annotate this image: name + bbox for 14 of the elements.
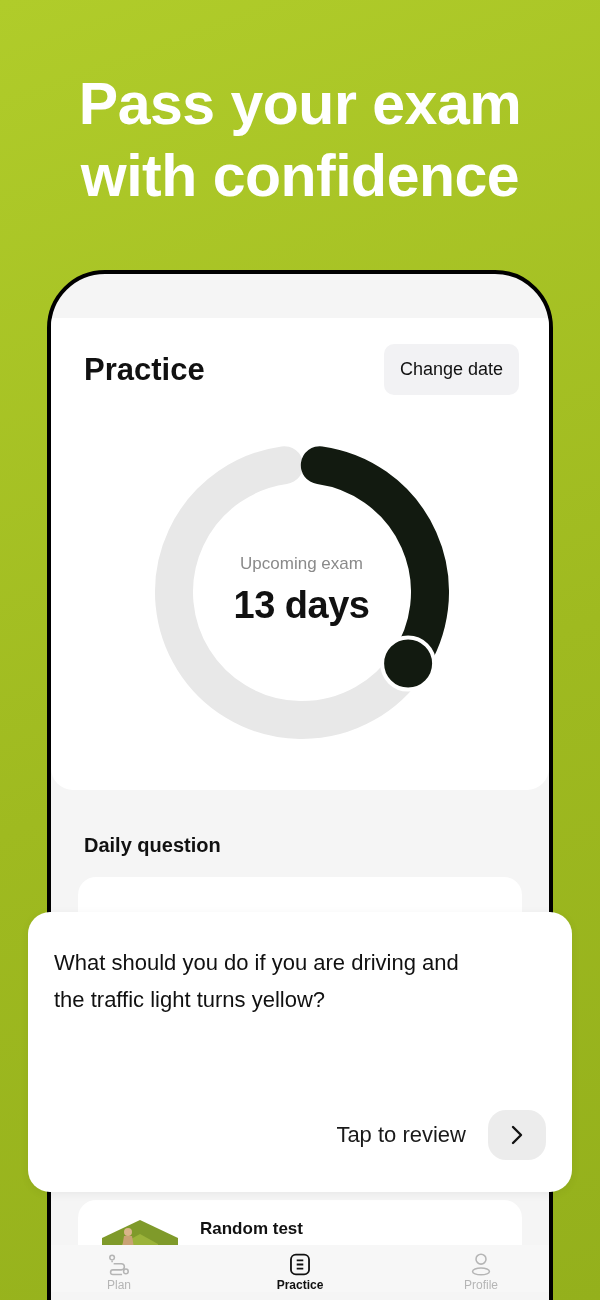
headline: Pass your exam with confidence	[77, 70, 523, 211]
countdown-label: Upcoming exam	[240, 554, 363, 574]
tab-item[interactable]: Practice	[260, 1253, 340, 1292]
review-label: Tap to review	[336, 1122, 466, 1148]
question-text: What should you do if you are driving and the traffic light turns yellow?	[54, 949, 460, 1014]
countdown-value: 13 days	[233, 584, 370, 627]
test-card[interactable]: Random test	[78, 1200, 522, 1245]
list-icon	[287, 1253, 313, 1276]
next-button[interactable]	[488, 1110, 546, 1160]
chevron-right-icon	[511, 1125, 523, 1145]
screen-title: Practice	[84, 351, 205, 388]
change-date-button[interactable]: Change date	[383, 344, 519, 395]
test-title: Random test	[200, 1219, 303, 1239]
section-heading: Daily question	[84, 834, 222, 857]
